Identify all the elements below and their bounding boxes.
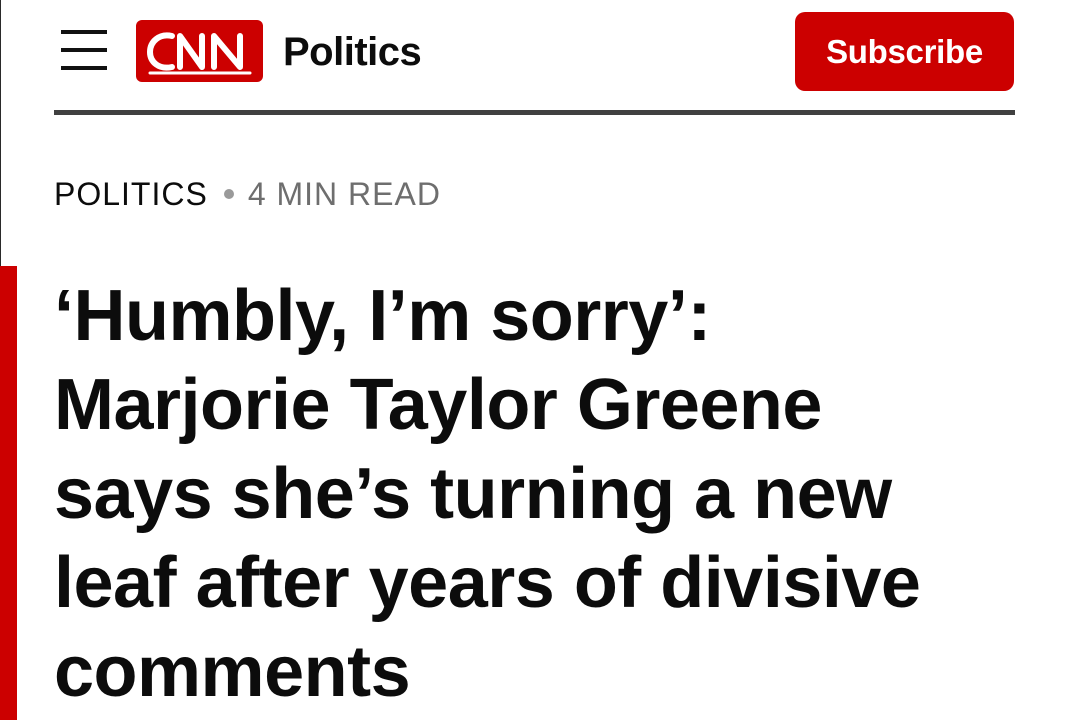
headline-line: ‘Humbly, I’m sorry’:: [54, 276, 711, 356]
read-time: 4 MIN READ: [247, 176, 441, 212]
headline-line: Marjorie Taylor Greene: [54, 365, 822, 445]
header-divider: [54, 110, 1015, 115]
headline-accent-bar: [0, 266, 17, 720]
separator-dot: [223, 189, 234, 199]
hamburger-menu-icon[interactable]: [61, 28, 107, 72]
headline-line: says she’s turning a new: [54, 454, 892, 534]
article-headline: ‘Humbly, I’m sorry’: Marjorie Taylor Gre…: [54, 272, 1044, 717]
headline-line: leaf after years of divisive: [54, 543, 921, 623]
subscribe-button[interactable]: Subscribe: [795, 12, 1014, 91]
section-title[interactable]: Politics: [283, 28, 422, 76]
category-label[interactable]: POLITICS: [54, 174, 208, 214]
cnn-logo[interactable]: [136, 20, 263, 82]
site-header: Politics Subscribe: [54, 0, 1015, 112]
article-page: Politics Subscribe POLITICS 4 MIN READ ‘…: [0, 0, 1066, 720]
article-meta: POLITICS 4 MIN READ: [54, 174, 441, 214]
headline-line: comments: [54, 632, 411, 712]
